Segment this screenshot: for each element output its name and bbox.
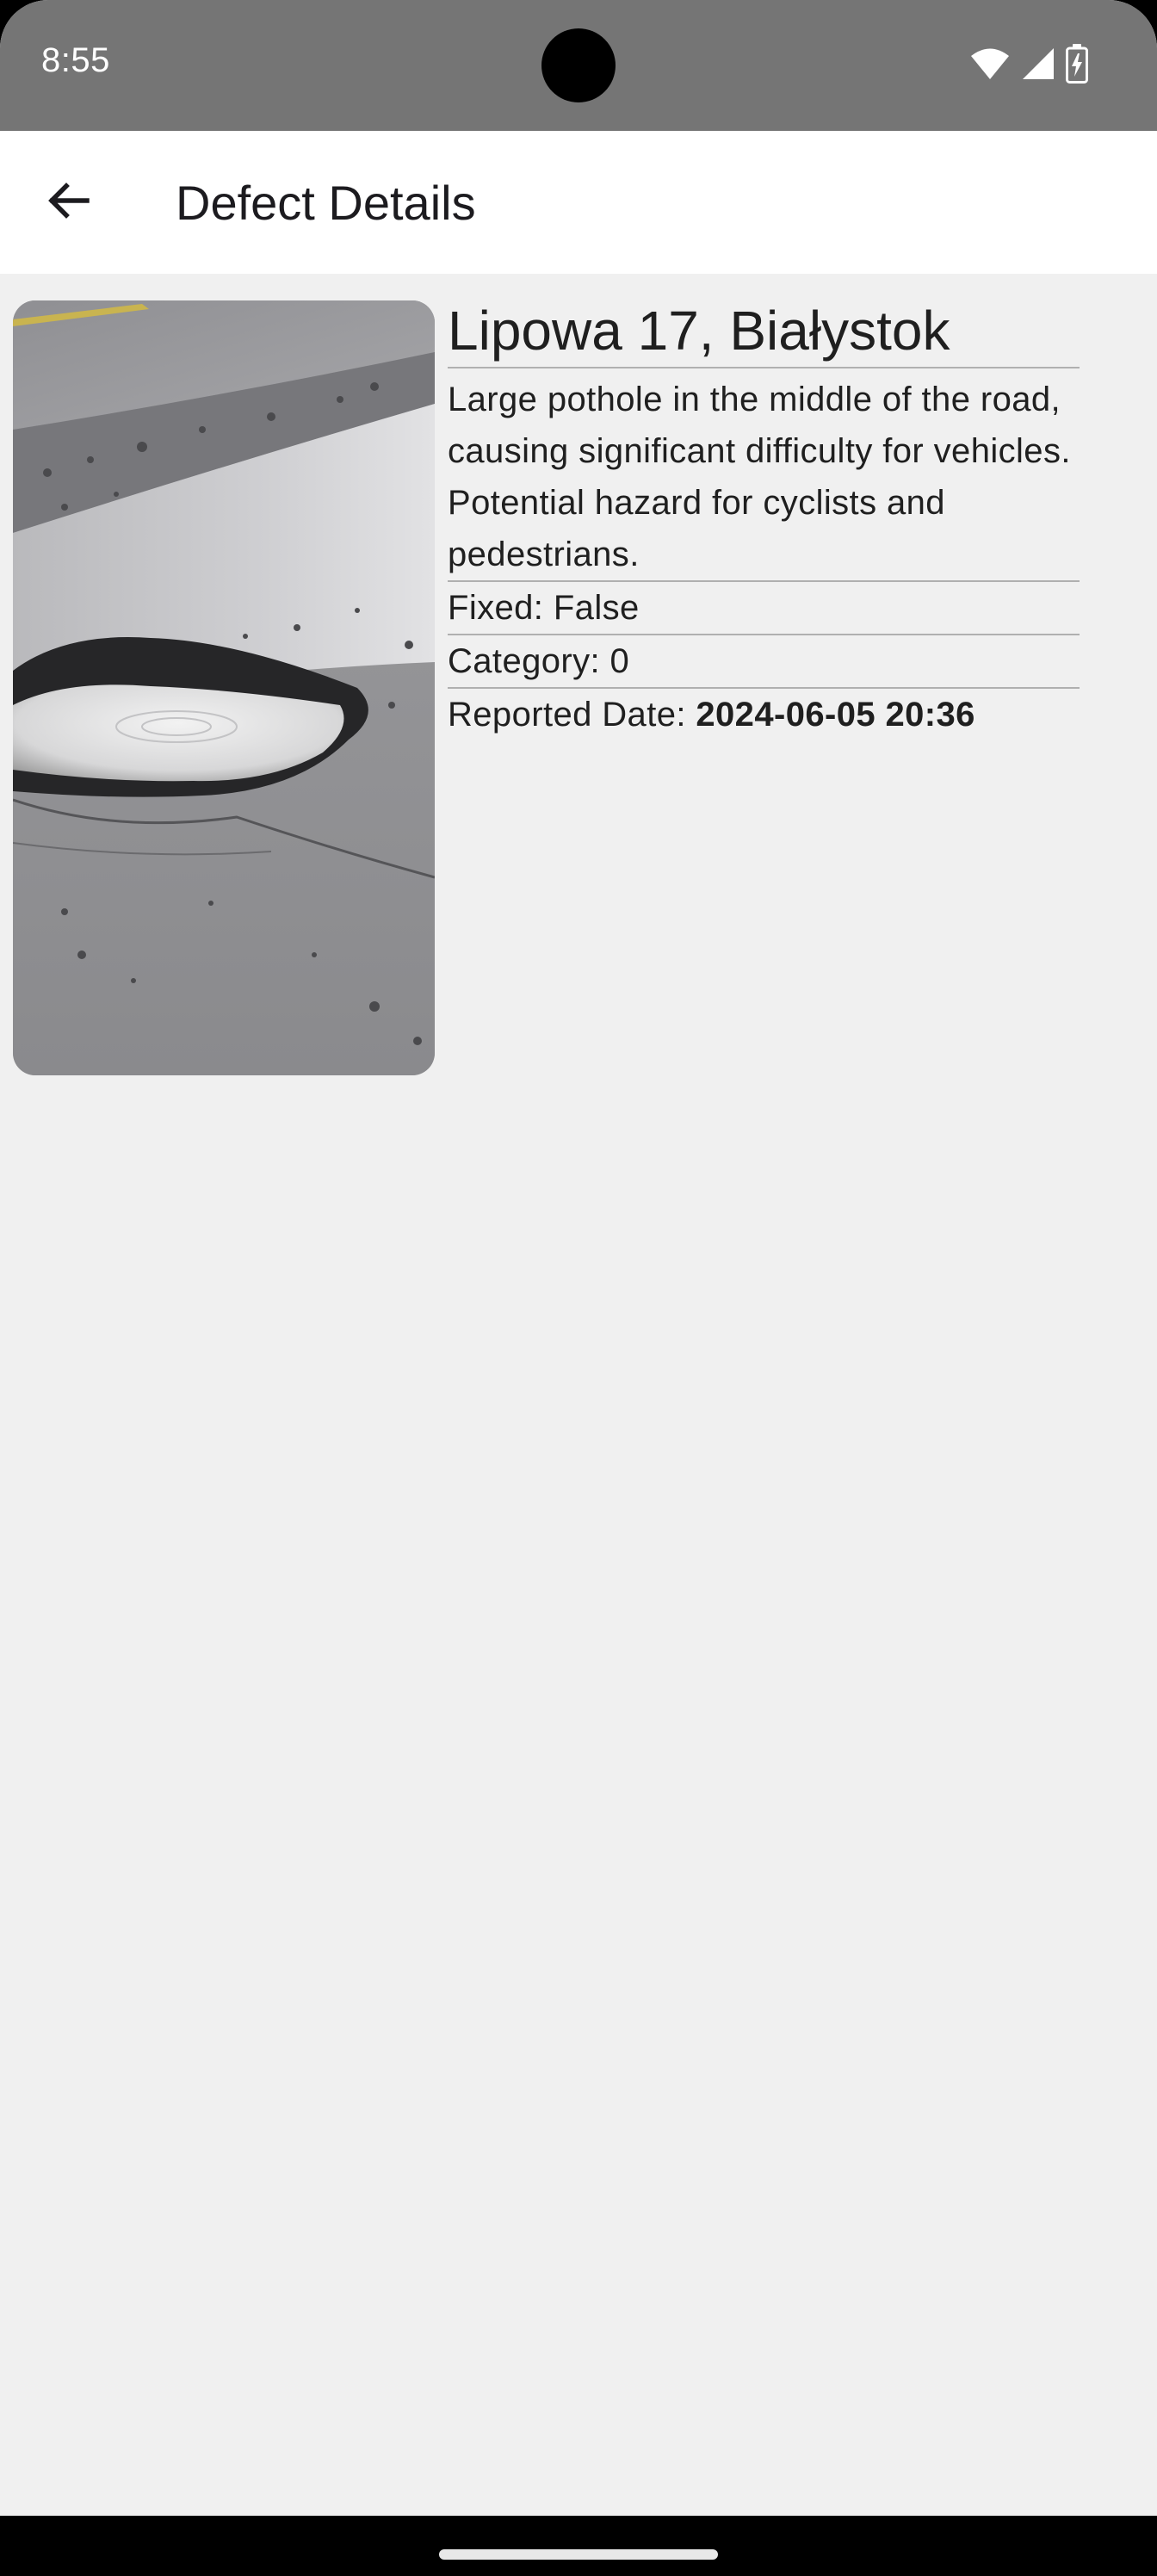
pothole-photo [13, 300, 435, 1075]
page-title: Defect Details [176, 176, 476, 230]
defect-description: Large pothole in the middle of the road,… [448, 368, 1080, 582]
battery-charging-icon [1066, 44, 1088, 84]
status-icons [969, 41, 1088, 86]
screen: 8:55 Defect Details Lipowa 17, Białystok… [0, 0, 1157, 2576]
camera-cutout [541, 28, 616, 102]
cellular-signal-icon [1021, 46, 1055, 81]
defect-details-content: Lipowa 17, Białystok Large pothole in th… [0, 274, 1157, 2516]
fixed-value: False [553, 589, 640, 627]
defect-address: Lipowa 17, Białystok [448, 300, 1080, 368]
app-bar: Defect Details [0, 131, 1157, 274]
fixed-label: Fixed: [448, 589, 554, 627]
reported-date-value: 2024-06-05 20:36 [696, 696, 975, 734]
navigation-bar [0, 2516, 1157, 2576]
home-gesture-handle[interactable] [439, 2549, 718, 2560]
reported-date-label: Reported Date: [448, 696, 696, 734]
fixed-row: Fixed: False [448, 582, 1080, 635]
arrow-back-icon [44, 176, 92, 229]
defect-details: Lipowa 17, Białystok Large pothole in th… [448, 300, 1080, 740]
reported-date-row: Reported Date: 2024-06-05 20:36 [448, 689, 1080, 740]
category-label: Category: [448, 642, 610, 680]
category-row: Category: 0 [448, 635, 1080, 689]
status-time: 8:55 [41, 41, 110, 79]
back-button[interactable] [33, 167, 103, 238]
wifi-icon [969, 46, 1011, 81]
category-value: 0 [609, 642, 630, 680]
status-bar: 8:55 [0, 0, 1157, 131]
